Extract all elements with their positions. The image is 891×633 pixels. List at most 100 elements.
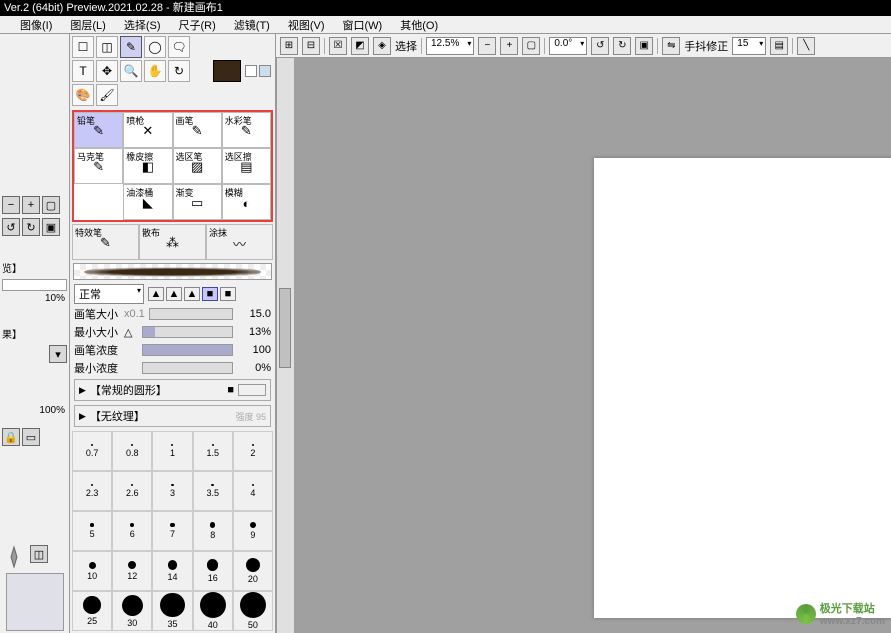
menu-ruler[interactable]: 尺子(R) — [179, 17, 216, 33]
stabilizer-value[interactable]: 15 — [732, 37, 766, 55]
menu-other[interactable]: 其他(O) — [400, 17, 438, 33]
brush-涂抹[interactable]: 涂抹〰 — [206, 224, 273, 260]
brush-散布[interactable]: 散布⁂ — [139, 224, 206, 260]
size-2.6[interactable]: 2.6 — [112, 471, 152, 511]
min-size-slider[interactable] — [142, 326, 233, 338]
size-10[interactable]: 10 — [72, 551, 112, 591]
brush-油漆桶[interactable]: 油漆桶◣ — [123, 184, 172, 220]
size-35[interactable]: 35 — [152, 591, 192, 631]
menu-layer[interactable]: 图层(L) — [70, 17, 105, 33]
tip-shape-3[interactable]: ▲ — [184, 287, 200, 301]
size-25[interactable]: 25 — [72, 591, 112, 631]
brush-模糊[interactable]: 模糊◐ — [222, 184, 271, 220]
tip-shape-1[interactable]: ▲ — [148, 287, 164, 301]
canvas-viewport[interactable] — [294, 58, 891, 633]
tool-eyedropper[interactable]: 🎨 — [72, 84, 94, 106]
reset-button[interactable]: ▣ — [42, 218, 60, 236]
size-50[interactable]: 50 — [233, 591, 273, 631]
size-14[interactable]: 14 — [152, 551, 192, 591]
swatch-white[interactable] — [245, 65, 257, 77]
angle-reset-button[interactable]: ▣ — [635, 37, 653, 55]
minus-button[interactable]: − — [2, 196, 20, 214]
brush-水彩笔[interactable]: 水彩笔✎ — [222, 112, 271, 148]
zoom-select[interactable]: 12.5% — [426, 37, 474, 55]
min-density-slider[interactable] — [142, 362, 233, 374]
size-0.7[interactable]: 0.7 — [72, 431, 112, 471]
tool-text[interactable]: T — [72, 60, 94, 82]
size-5[interactable]: 5 — [72, 511, 112, 551]
texture-section[interactable]: ▶【无纹理】强度 95 — [74, 405, 271, 427]
history-redo-icon[interactable]: ⊟ — [302, 37, 320, 55]
menu-filter[interactable]: 滤镜(T) — [234, 17, 270, 33]
size-0.8[interactable]: 0.8 — [112, 431, 152, 471]
size-12[interactable]: 12 — [112, 551, 152, 591]
brush-画笔[interactable]: 画笔✎ — [173, 112, 222, 148]
fit-button[interactable]: ▢ — [42, 196, 60, 214]
brush-选区笔[interactable]: 选区笔▨ — [173, 148, 222, 184]
foreground-color[interactable] — [213, 60, 241, 82]
show-select-icon[interactable]: ◈ — [373, 37, 391, 55]
size-1.5[interactable]: 1.5 — [193, 431, 233, 471]
canvas[interactable] — [594, 158, 891, 618]
size-9[interactable]: 9 — [233, 511, 273, 551]
stabilizer-option-button[interactable]: ▤ — [770, 37, 788, 55]
size-2[interactable]: 2 — [233, 431, 273, 471]
brush-size-slider[interactable] — [149, 308, 233, 320]
size-30[interactable]: 30 — [112, 591, 152, 631]
menu-window[interactable]: 窗口(W) — [343, 17, 383, 33]
size-40[interactable]: 40 — [193, 591, 233, 631]
tool-brush[interactable]: 🖌 — [96, 84, 118, 106]
line-tool-icon[interactable]: ╲ — [797, 37, 815, 55]
size-1[interactable]: 1 — [152, 431, 192, 471]
blend-mode-select[interactable]: 正常 — [74, 284, 144, 304]
rotate-ccw-button[interactable]: ↺ — [2, 218, 20, 236]
size-2.3[interactable]: 2.3 — [72, 471, 112, 511]
size-7[interactable]: 7 — [152, 511, 192, 551]
menu-view[interactable]: 视图(V) — [288, 17, 325, 33]
plus-button[interactable]: + — [22, 196, 40, 214]
brush-铅笔[interactable]: 铅笔✎ — [74, 112, 123, 148]
size-6[interactable]: 6 — [112, 511, 152, 551]
clip-button[interactable]: ▭ — [22, 428, 40, 446]
size-4[interactable]: 4 — [233, 471, 273, 511]
rotate-cw-button[interactable]: ↻ — [22, 218, 40, 236]
tool-balloon[interactable]: 🗨 — [168, 36, 190, 58]
size-16[interactable]: 16 — [193, 551, 233, 591]
brush-渐变[interactable]: 渐变▭ — [173, 184, 222, 220]
brush-喷枪[interactable]: 喷枪✕ — [123, 112, 172, 148]
tool-pen[interactable]: ✎ — [120, 36, 142, 58]
zoom-out-button[interactable]: − — [478, 37, 496, 55]
zoom-fit-button[interactable]: ▢ — [522, 37, 540, 55]
tool-hand[interactable]: ✋ — [144, 60, 166, 82]
tool-rectangle-select[interactable]: ☐ — [72, 36, 94, 58]
tip-shape-5[interactable]: ■ — [220, 287, 236, 301]
angle-select[interactable]: 0.0° — [549, 37, 587, 55]
size-3[interactable]: 3 — [152, 471, 192, 511]
tool-zoom[interactable]: 🔍 — [120, 60, 142, 82]
flip-h-button[interactable]: ⇋ — [662, 37, 680, 55]
invert-select-icon[interactable]: ◩ — [351, 37, 369, 55]
mid-vertical-scrollbar[interactable] — [276, 58, 294, 633]
zoom-in-button[interactable]: + — [500, 37, 518, 55]
angle-ccw-button[interactable]: ↺ — [591, 37, 609, 55]
tool-shape[interactable]: ◯ — [144, 36, 166, 58]
tip-shape-2[interactable]: ▲ — [166, 287, 182, 301]
effect-menu-button[interactable]: ▾ — [49, 345, 67, 363]
shape-section[interactable]: ▶【常规的圆形】■ — [74, 379, 271, 401]
size-20[interactable]: 20 — [233, 551, 273, 591]
brush-特效笔[interactable]: 特效笔✎ — [72, 224, 139, 260]
size-8[interactable]: 8 — [193, 511, 233, 551]
navigator-thumbnail[interactable] — [6, 573, 64, 631]
tip-shape-4[interactable]: ■ — [202, 287, 218, 301]
tool-move[interactable]: ✥ — [96, 60, 118, 82]
size-3.5[interactable]: 3.5 — [193, 471, 233, 511]
layer-mask-button[interactable]: ◫ — [30, 545, 48, 563]
tool-rotate[interactable]: ↻ — [168, 60, 190, 82]
tool-lasso[interactable]: ◫ — [96, 36, 118, 58]
lock-button[interactable]: 🔒 — [2, 428, 20, 446]
history-undo-icon[interactable]: ⊞ — [280, 37, 298, 55]
swatch-blue[interactable] — [259, 65, 271, 77]
deselect-icon[interactable]: ☒ — [329, 37, 347, 55]
menu-select[interactable]: 选择(S) — [124, 17, 161, 33]
angle-cw-button[interactable]: ↻ — [613, 37, 631, 55]
